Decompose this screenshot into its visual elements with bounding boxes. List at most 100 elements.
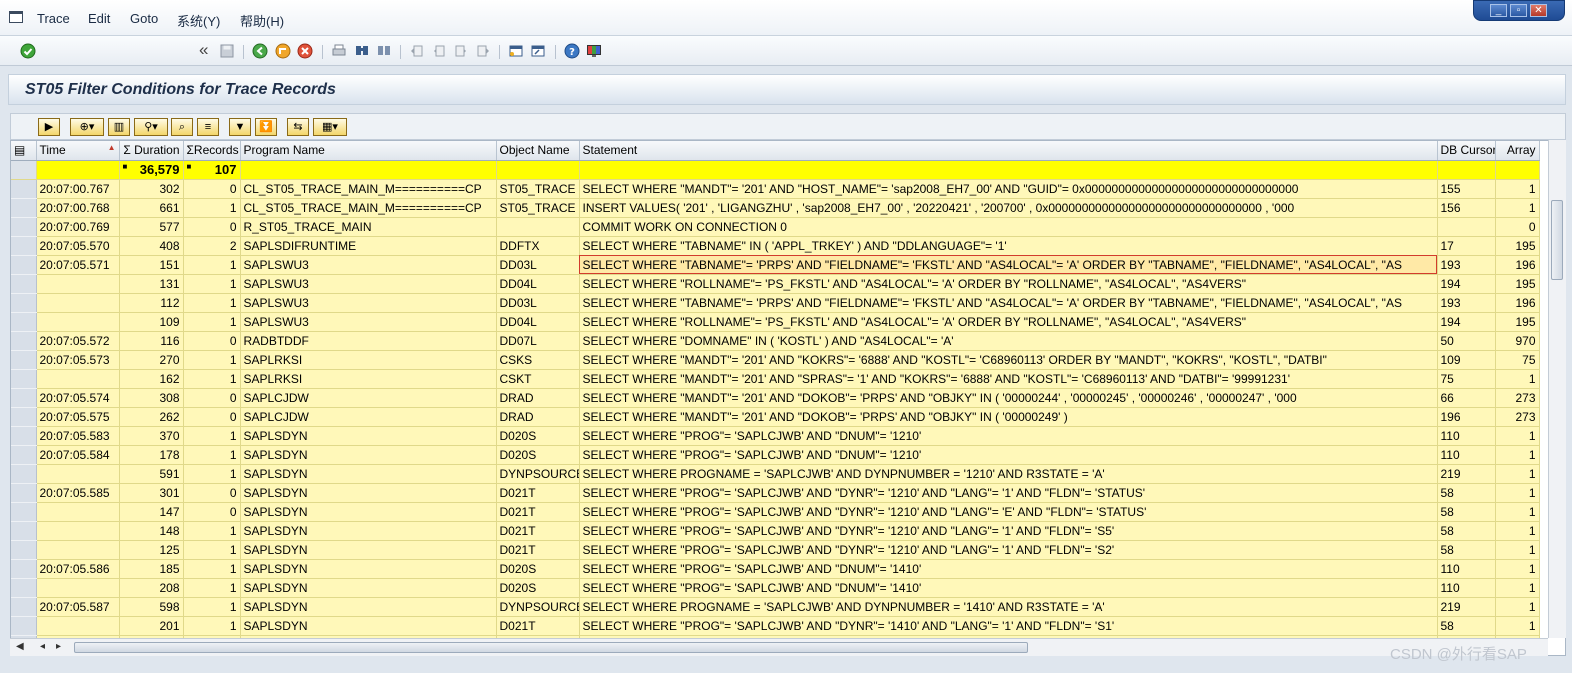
cell-array[interactable]: 195 bbox=[1495, 236, 1540, 256]
cell-duration[interactable]: 208 bbox=[119, 578, 184, 598]
cell-records[interactable]: 1 bbox=[183, 312, 241, 332]
cell-time[interactable]: 20:07:05.587 bbox=[36, 597, 120, 617]
cell-cursor[interactable] bbox=[1437, 217, 1496, 237]
cell-statement[interactable]: SELECT WHERE "MANDT"= '201' AND "HOST_NA… bbox=[579, 179, 1438, 199]
cell-program[interactable]: SAPLSDYN bbox=[240, 464, 497, 484]
row-selector[interactable] bbox=[11, 426, 37, 446]
cell-program[interactable]: SAPLSDYN bbox=[240, 597, 497, 617]
cell-duration[interactable]: 112 bbox=[119, 293, 184, 313]
cell-statement[interactable]: SELECT WHERE "DOMNAME" IN ( 'KOSTL' ) AN… bbox=[579, 331, 1438, 351]
cell-cursor[interactable]: 17 bbox=[1437, 236, 1496, 256]
table-row[interactable]: 20:07:05.584 178 1 SAPLSDYN D020S SELECT WHER… bbox=[11, 445, 1540, 465]
column-header-object[interactable]: Object Name bbox=[496, 141, 580, 161]
cell-duration[interactable]: 262 bbox=[119, 407, 184, 427]
cell-statement[interactable]: SELECT WHERE "ROLLNAME"= 'PS_FKSTL' AND … bbox=[579, 274, 1438, 294]
cell-time[interactable]: 20:07:05.572 bbox=[36, 331, 120, 351]
shortcut-icon[interactable] bbox=[530, 43, 546, 59]
cell-time[interactable]: 20:07:05.571 bbox=[36, 255, 120, 275]
row-selector[interactable] bbox=[11, 559, 37, 579]
cell-records[interactable]: 0 bbox=[183, 483, 241, 503]
cell-statement[interactable]: SELECT WHERE "PROG"= 'SAPLCJWB' AND "DNU… bbox=[579, 578, 1438, 598]
cell-program[interactable]: SAPLSDYN bbox=[240, 559, 497, 579]
find-next-icon[interactable] bbox=[376, 43, 392, 59]
table-row[interactable]: 148 1 SAPLSDYN D021T SELECT WHERE "PROG"= 'S… bbox=[11, 521, 1540, 541]
cell-statement[interactable]: SELECT WHERE "PROG"= 'SAPLCJWB' AND "DYN… bbox=[579, 483, 1438, 503]
cell-duration[interactable]: 270 bbox=[119, 350, 184, 370]
scroll-left-icon[interactable]: ◂ bbox=[40, 641, 45, 652]
cell-statement[interactable]: SELECT WHERE "PROG"= 'SAPLCJWB' AND "DNU… bbox=[579, 559, 1438, 579]
cell-cursor[interactable]: 193 bbox=[1437, 293, 1496, 313]
cell-duration[interactable]: 577 bbox=[119, 217, 184, 237]
table-row[interactable]: 20:07:05.586 185 1 SAPLSDYN D020S SELECT WHER… bbox=[11, 559, 1540, 579]
cell-time[interactable] bbox=[36, 502, 120, 522]
cell-object[interactable]: DYNPSOURCE bbox=[496, 464, 580, 484]
vertical-scrollbar[interactable] bbox=[1548, 140, 1566, 638]
table-row[interactable]: 20:07:05.572 116 0 RADBTDDF DD07L SELECT WHER… bbox=[11, 331, 1540, 351]
execute-icon[interactable]: ▶ bbox=[38, 118, 60, 136]
cell-array[interactable]: 196 bbox=[1495, 293, 1540, 313]
cell-object[interactable]: CSKT bbox=[496, 369, 580, 389]
cell-program[interactable]: SAPLRKSI bbox=[240, 350, 497, 370]
cell-object[interactable]: D020S bbox=[496, 578, 580, 598]
system-menu-icon[interactable] bbox=[9, 11, 23, 23]
help-icon[interactable]: ? bbox=[564, 43, 580, 59]
cell-records[interactable]: 1 bbox=[183, 597, 241, 617]
cell-array[interactable]: 1 bbox=[1495, 540, 1540, 560]
cell-duration[interactable]: 116 bbox=[119, 331, 184, 351]
cell-object[interactable]: ST05_TRACE bbox=[496, 179, 580, 199]
cell-statement[interactable]: SELECT WHERE "TABNAME"= 'PRPS' AND "FIEL… bbox=[579, 255, 1438, 275]
first-page-icon[interactable] bbox=[409, 43, 425, 59]
row-selector[interactable] bbox=[11, 578, 37, 598]
filter-icon[interactable]: ⚲▾ bbox=[134, 118, 168, 136]
row-selector[interactable] bbox=[11, 331, 37, 351]
cell-records[interactable]: 0 bbox=[183, 331, 241, 351]
cell-program[interactable]: SAPLSWU3 bbox=[240, 274, 497, 294]
cell-array[interactable]: 1 bbox=[1495, 578, 1540, 598]
cell-program[interactable]: RADBTDDF bbox=[240, 331, 497, 351]
cell-time[interactable]: 20:07:05.573 bbox=[36, 350, 120, 370]
layout-select-icon[interactable]: ▦▾ bbox=[313, 118, 347, 136]
cell-program[interactable]: SAPLSWU3 bbox=[240, 312, 497, 332]
table-row[interactable]: 591 1 SAPLSDYN DYNPSOURCE SELECT WHERE PROGN… bbox=[11, 464, 1540, 484]
sort-icon[interactable]: ≡ bbox=[197, 118, 219, 136]
table-row[interactable]: 20:07:05.570 408 2 SAPLSDIFRUNTIME DDFTX SELE… bbox=[11, 236, 1540, 256]
next-page-icon[interactable] bbox=[453, 43, 469, 59]
cell-duration[interactable]: 151 bbox=[119, 255, 184, 275]
cell-statement[interactable]: COMMIT WORK ON CONNECTION 0 bbox=[579, 217, 1438, 237]
cell-program[interactable]: CL_ST05_TRACE_MAIN_M==========CP bbox=[240, 179, 497, 199]
cell-array[interactable]: 1 bbox=[1495, 502, 1540, 522]
cell-statement[interactable]: SELECT WHERE "MANDT"= '201' AND "KOKRS"=… bbox=[579, 350, 1438, 370]
cell-array[interactable]: 1 bbox=[1495, 483, 1540, 503]
cell-array[interactable]: 970 bbox=[1495, 331, 1540, 351]
cell-records[interactable]: 2 bbox=[183, 236, 241, 256]
row-selector[interactable] bbox=[11, 616, 37, 636]
cell-object[interactable]: D021T bbox=[496, 540, 580, 560]
cell-cursor[interactable]: 110 bbox=[1437, 426, 1496, 446]
cell-time[interactable]: 20:07:00.768 bbox=[36, 198, 120, 218]
cell-program[interactable]: SAPLCJDW bbox=[240, 407, 497, 427]
row-selector[interactable] bbox=[11, 502, 37, 522]
cell-records[interactable]: 1 bbox=[183, 540, 241, 560]
cell-object[interactable]: DD03L bbox=[496, 293, 580, 313]
menu-goto[interactable]: Goto bbox=[130, 11, 158, 26]
table-row[interactable]: 20:07:05.575 262 0 SAPLCJDW DRAD SELECT WHERE… bbox=[11, 407, 1540, 427]
cell-cursor[interactable]: 109 bbox=[1437, 350, 1496, 370]
last-page-icon[interactable] bbox=[475, 43, 491, 59]
table-row[interactable]: 20:07:00.767 302 0 CL_ST05_TRACE_MAIN_M====… bbox=[11, 179, 1540, 199]
cell-records[interactable]: 1 bbox=[183, 616, 241, 636]
cell-cursor[interactable]: 155 bbox=[1437, 179, 1496, 199]
cell-records[interactable]: 0 bbox=[183, 407, 241, 427]
cell-duration[interactable]: 148 bbox=[119, 521, 184, 541]
cell-object[interactable]: D021T bbox=[496, 483, 580, 503]
cell-object[interactable]: D021T bbox=[496, 502, 580, 522]
column-header-program[interactable]: Program Name bbox=[240, 141, 497, 161]
table-row[interactable]: 20:07:05.587 598 1 SAPLSDYN DYNPSOURCE SELECT… bbox=[11, 597, 1540, 617]
cell-cursor[interactable]: 66 bbox=[1437, 388, 1496, 408]
cell-duration[interactable]: 125 bbox=[119, 540, 184, 560]
cell-cursor[interactable]: 196 bbox=[1437, 407, 1496, 427]
cell-array[interactable]: 1 bbox=[1495, 616, 1540, 636]
layout-icon[interactable] bbox=[586, 43, 602, 59]
select-all-icon[interactable]: ▤ bbox=[11, 141, 37, 161]
column-header-statement[interactable]: Statement bbox=[579, 141, 1438, 161]
minimize-button[interactable]: _ bbox=[1490, 4, 1507, 17]
